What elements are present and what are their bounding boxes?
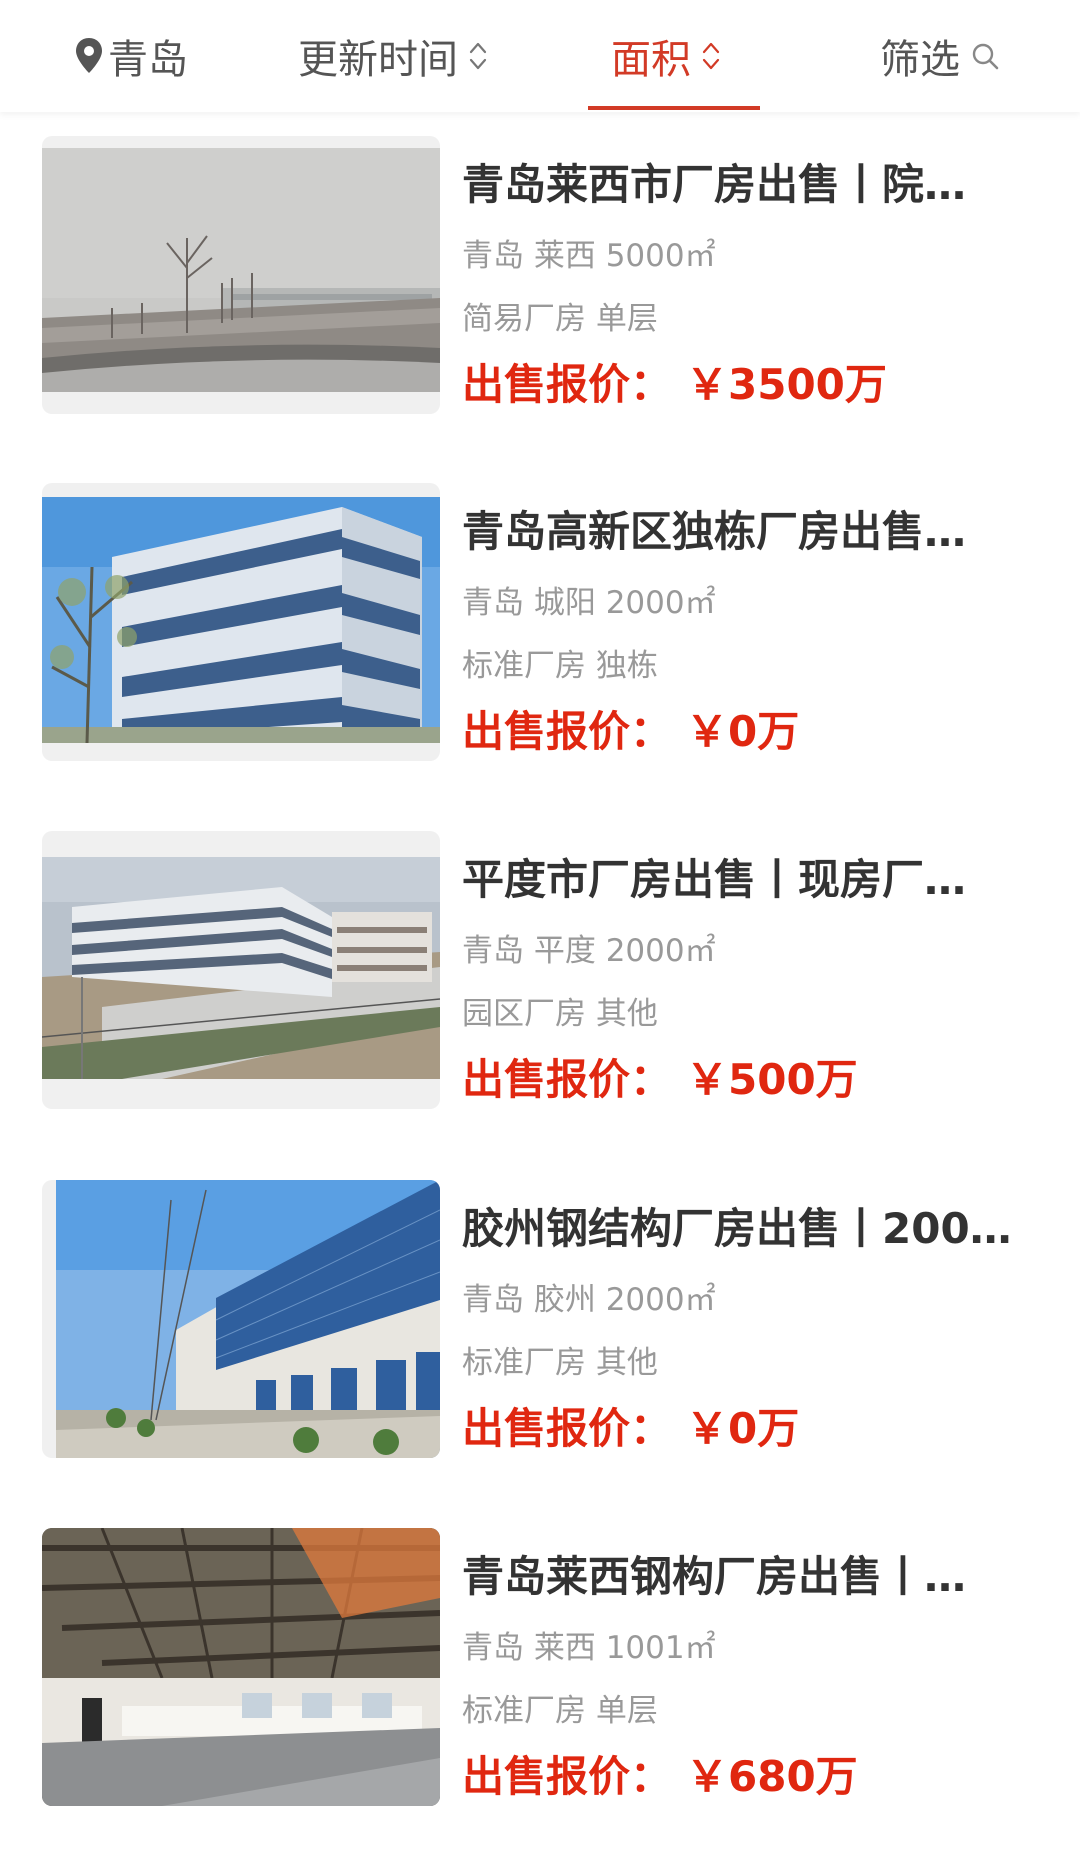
listing-title[interactable]: 平度市厂房出售丨现房厂… [462, 853, 1032, 907]
sort-arrows-icon [468, 40, 488, 72]
location-pin-icon [74, 37, 104, 75]
listing-thumbnail [42, 1180, 440, 1458]
listing-location: 青岛 城阳 2000㎡ [462, 585, 716, 621]
price-label: 出售报价： [462, 1404, 673, 1453]
listing-price: 出售报价： ￥0万 [462, 705, 799, 759]
industrial-park-aerial-photo [42, 857, 440, 1079]
filter-button[interactable]: 筛选 [880, 0, 1000, 112]
listing-title[interactable]: 青岛莱西钢构厂房出售丨… [462, 1550, 1032, 1604]
listing-price: 出售报价： ￥0万 [462, 1402, 799, 1456]
listing-type: 标准厂房 单层 [462, 1693, 658, 1729]
listing-type: 园区厂房 其他 [462, 996, 658, 1032]
price-value: ￥500万 [686, 1055, 858, 1104]
listing-card[interactable]: 青岛高新区独栋厂房出售… 青岛 城阳 2000㎡ 标准厂房 独栋 出售报价： ￥0… [0, 483, 1080, 783]
listing-thumbnail [42, 1528, 440, 1806]
listing-type: 标准厂房 独栋 [462, 648, 658, 684]
active-tab-indicator [588, 106, 760, 110]
listing-title[interactable]: 青岛高新区独栋厂房出售… [462, 505, 1032, 559]
location-filter[interactable]: 青岛 [74, 0, 188, 112]
price-value: ￥0万 [686, 1404, 800, 1453]
update-time-sort-label: 更新时间 [298, 37, 458, 83]
listing-thumbnail [42, 136, 440, 414]
price-label: 出售报价： [462, 1055, 673, 1104]
listing-title[interactable]: 胶州钢结构厂房出售丨200… [462, 1202, 1032, 1256]
listing-price: 出售报价： ￥680万 [462, 1750, 858, 1804]
listing-card[interactable]: 青岛莱西市厂房出售丨院… 青岛 莱西 5000㎡ 简易厂房 单层 出售报价： ￥3… [0, 136, 1080, 436]
location-filter-label: 青岛 [108, 37, 188, 83]
listing-location: 青岛 莱西 1001㎡ [462, 1630, 716, 1666]
listing-card[interactable]: 胶州钢结构厂房出售丨200… 青岛 胶州 2000㎡ 标准厂房 其他 出售报价：… [0, 1180, 1080, 1480]
listing-type: 简易厂房 单层 [462, 301, 658, 337]
listing-thumbnail [42, 483, 440, 761]
listing-location: 青岛 莱西 5000㎡ [462, 238, 716, 274]
blue-glass-factory-photo [56, 1180, 440, 1458]
price-label: 出售报价： [462, 1752, 673, 1801]
price-value: ￥0万 [686, 707, 800, 756]
listing-thumbnail [42, 831, 440, 1109]
steel-warehouse-interior-photo [42, 1528, 440, 1806]
price-label: 出售报价： [462, 707, 673, 756]
filter-button-label: 筛选 [880, 37, 960, 83]
area-sort-label: 面积 [611, 37, 691, 83]
listing-card[interactable]: 平度市厂房出售丨现房厂… 青岛 平度 2000㎡ 园区厂房 其他 出售报价： ￥5… [0, 831, 1080, 1131]
listing-price: 出售报价： ￥3500万 [462, 358, 887, 412]
listing-location: 青岛 平度 2000㎡ [462, 933, 716, 969]
filter-bar: 青岛 更新时间 面积 筛选 [0, 0, 1080, 112]
search-icon [970, 41, 1000, 71]
listing-title[interactable]: 青岛莱西市厂房出售丨院… [462, 158, 1032, 212]
price-value: ￥3500万 [686, 360, 887, 409]
sort-arrows-icon [701, 40, 721, 72]
price-label: 出售报价： [462, 360, 673, 409]
snowy-field-photo [42, 148, 440, 392]
listing-price: 出售报价： ￥500万 [462, 1053, 858, 1107]
glass-office-building-photo [42, 497, 440, 743]
price-value: ￥680万 [686, 1752, 858, 1801]
listing-card[interactable]: 青岛莱西钢构厂房出售丨… 青岛 莱西 1001㎡ 标准厂房 单层 出售报价： ￥6… [0, 1528, 1080, 1828]
listing-type: 标准厂房 其他 [462, 1345, 658, 1381]
area-sort[interactable]: 面积 [611, 0, 721, 112]
update-time-sort[interactable]: 更新时间 [298, 0, 488, 112]
listing-location: 青岛 胶州 2000㎡ [462, 1282, 716, 1318]
